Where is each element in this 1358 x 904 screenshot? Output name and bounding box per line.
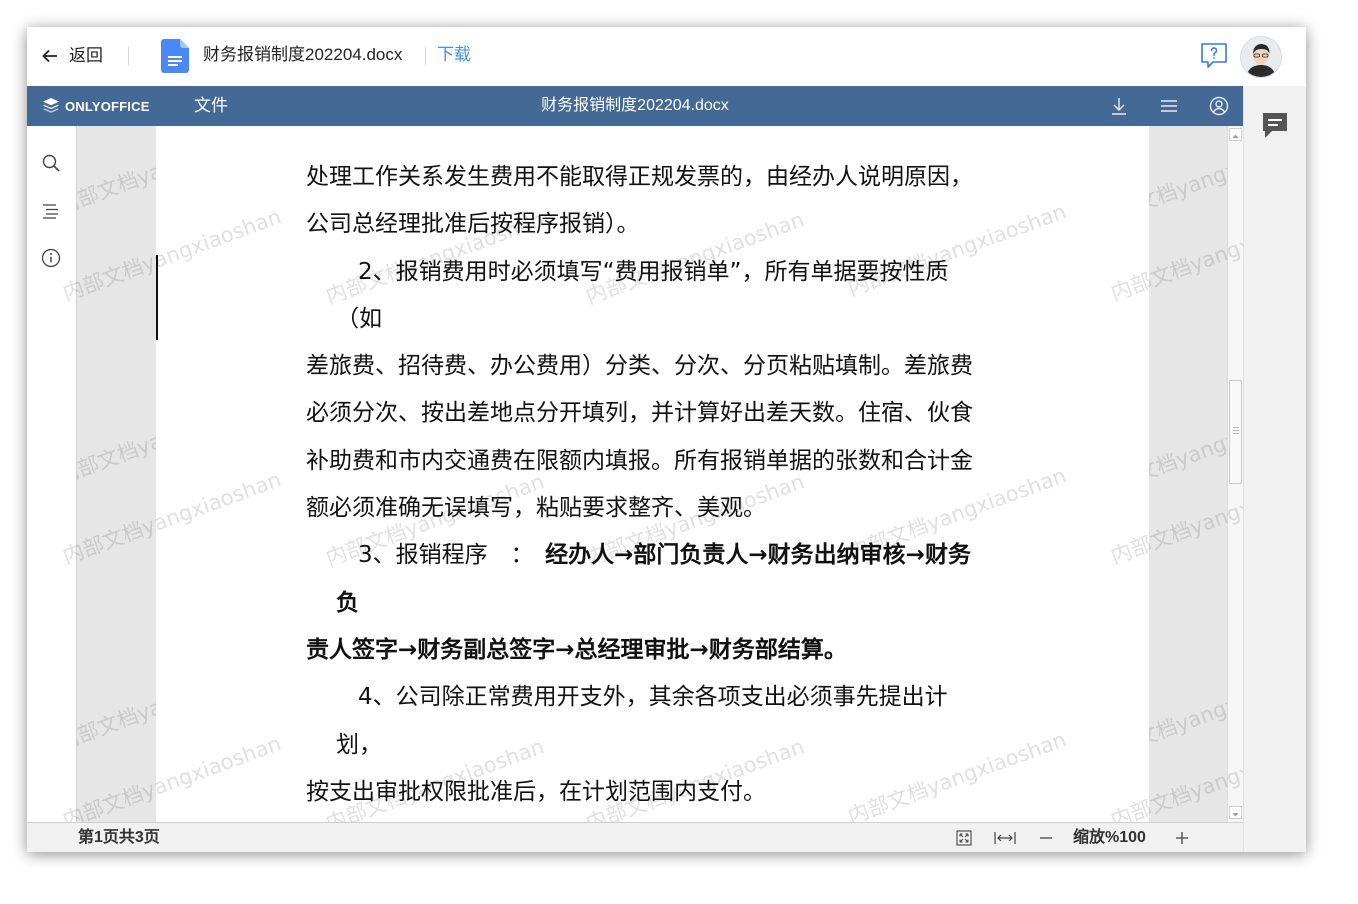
user-avatar[interactable] [1241,37,1281,77]
document-text[interactable]: 处理工作关系发生费用不能取得正规发票的，由经办人说明原因， 公司总经理批准后按程… [306,154,973,816]
caret-up-icon [1232,134,1239,138]
thumb-grip [1233,430,1239,431]
document-line: 负 [336,589,359,616]
document-canvas[interactable]: 内部文档yangxiaoshan 内部文档yangxiaoshan 内部文档ya… [77,126,1227,822]
document-line: 按支出审批权限批准后，在计划范围内支付。 [306,778,766,805]
divider [425,47,426,65]
document-line: 处理工作关系发生费用不能取得正规发票的，由经办人说明原因， [306,164,973,190]
document-line: 公司总经理批准后按程序报销）。 [306,211,640,238]
thumb-grip [1233,427,1239,428]
file-name: 财务报销制度202204.docx [203,45,403,64]
zoom-level[interactable]: 缩放%100 [1073,823,1146,852]
app-window: 返回 财务报销制度202204.docx 下载 ONLYOFFICE 文件 财务… [27,27,1306,852]
zoom-out-icon[interactable] [1038,830,1054,846]
document-line: 划， [336,731,382,758]
back-label: 返回 [69,46,103,65]
fit-width-icon[interactable] [994,830,1016,846]
fit-page-icon[interactable] [956,830,972,846]
download-icon[interactable] [1109,96,1129,116]
navigation-icon[interactable] [41,201,61,221]
document-line: 4、公司除正常费用开支外，其余各项支出必须事先提出计 [358,684,948,711]
document-title: 财务报销制度202204.docx [541,97,729,114]
document-line: 2、报销费用时必须填写“费用报销单”，所有单据要按性质 [358,258,949,285]
arrow-left-icon [42,49,57,63]
document-page[interactable]: 处理工作关系发生费用不能取得正规发票的，由经办人说明原因， 公司总经理批准后按程… [156,126,1149,822]
caret-down-icon [1232,813,1239,817]
procedure-flow-bold: 经办人→部门负责人→财务出纳审核→财务 [545,542,971,569]
scroll-up-button[interactable] [1229,128,1242,141]
document-line: 必须分次、按出差地点分开填列，并计算好出差天数。住宿、伙食 [306,400,973,427]
download-link[interactable]: 下载 [437,43,471,67]
layers-logo-icon [43,98,59,113]
menu-icon[interactable] [1159,96,1179,116]
left-sidebar [27,126,77,822]
onlyoffice-logo: ONLYOFFICE [42,86,150,126]
status-bar: 第1页共3页 缩放%100 [27,822,1243,852]
account-icon[interactable] [1209,96,1229,116]
document-line: （如 [336,305,382,332]
scroll-thumb[interactable] [1229,380,1242,484]
search-icon[interactable] [41,153,61,173]
document-line: 3、报销程序 ： 经办人→部门负责人→财务出纳审核→财务 [306,532,973,579]
top-bar: 返回 财务报销制度202204.docx 下载 [27,27,1306,86]
procedure-heading: 3、报销程序 ： [358,542,546,569]
help-chat-icon[interactable] [1199,41,1229,71]
document-line: 责人签字→财务副总签字→总经理审批→财务部结算。 [306,636,847,663]
document-line: 额必须准确无误填写，粘贴要求整齐、美观。 [306,495,766,522]
vertical-scrollbar[interactable] [1227,126,1243,822]
comments-icon[interactable] [1262,112,1288,142]
page-counter: 第1页共3页 [78,829,160,846]
docx-file-icon [161,39,189,73]
divider [128,47,129,65]
scroll-down-button[interactable] [1229,806,1242,819]
document-line: 差旅费、招待费、办公费用）分类、分次、分页粘贴填制。差旅费 [306,353,973,380]
document-line: 补助费和市内交通费在限额内填报。所有报销单据的张数和合计金 [306,447,973,474]
right-sidebar [1243,86,1306,852]
thumb-grip [1233,433,1239,434]
text-cursor [156,255,158,340]
editor-header: ONLYOFFICE 文件 财务报销制度202204.docx [27,86,1243,126]
logo-text: ONLYOFFICE [65,98,150,114]
file-menu[interactable]: 文件 [194,94,228,118]
info-icon[interactable] [41,248,61,268]
zoom-in-icon[interactable] [1174,830,1190,846]
back-button[interactable]: 返回 [40,43,103,69]
